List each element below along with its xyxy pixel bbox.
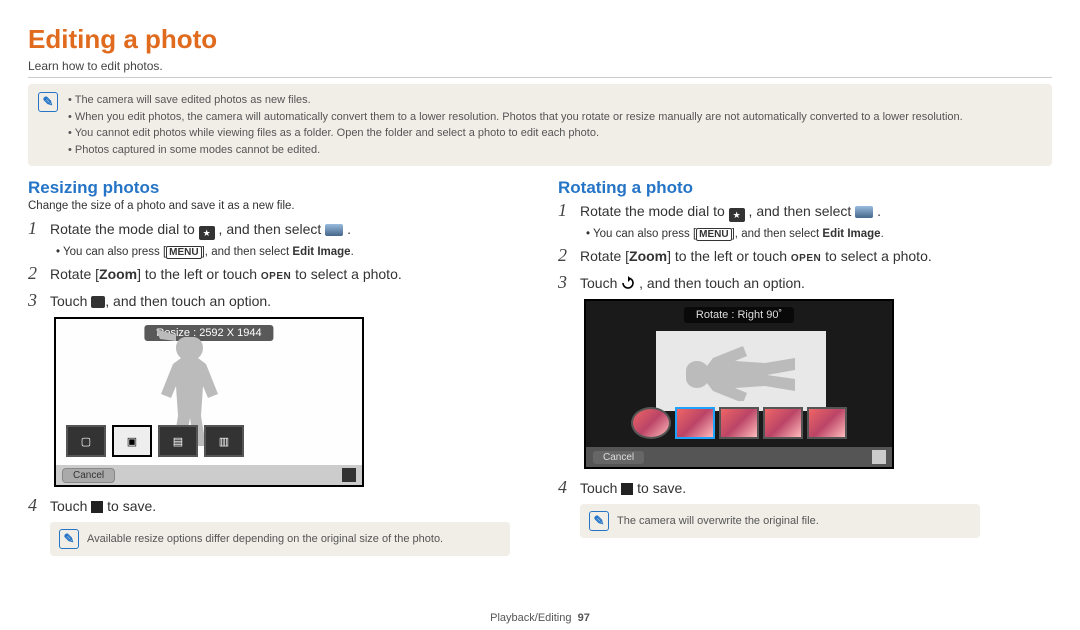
section-desc: Change the size of a photo and save it a… <box>28 200 522 212</box>
step-number: 1 <box>28 218 42 239</box>
step-text: Rotate the mode dial to <box>50 221 199 237</box>
info-item: The camera will save edited photos as ne… <box>68 92 963 109</box>
note-icon: ✎ <box>38 92 58 112</box>
step-number: 3 <box>28 290 42 311</box>
step-4: 4 Touch to save. <box>558 477 1052 498</box>
resize-thumb-selected[interactable]: ▣ <box>112 425 152 457</box>
note-icon: ✎ <box>589 511 609 531</box>
resizing-section: Resizing photos Change the size of a pho… <box>28 178 522 556</box>
mode-dial-icon: ★ <box>729 208 745 222</box>
step-2: 2 Rotate [Zoom] to the left or touch OPE… <box>28 263 522 284</box>
rotate-thumb[interactable] <box>807 407 847 439</box>
section-heading: Resizing photos <box>28 178 522 198</box>
save-icon[interactable] <box>342 468 356 482</box>
page-subtitle: Learn how to edit photos. <box>28 59 1052 78</box>
rotate-thumb-selected[interactable] <box>675 407 715 439</box>
resize-note: ✎ Available resize options differ depend… <box>50 522 510 556</box>
info-item: You cannot edit photos while viewing fil… <box>68 125 963 142</box>
preview-footer: Cancel <box>586 447 892 467</box>
gallery-icon <box>855 206 873 218</box>
step-text: . <box>347 221 351 237</box>
step-text: , and then select <box>219 221 326 237</box>
step-1: 1 Rotate the mode dial to ★ , and then s… <box>558 200 1052 222</box>
resize-thumb[interactable]: ▢ <box>66 425 106 457</box>
step-3: 3 Touch , and then touch an option. <box>28 290 522 311</box>
step-number: 4 <box>558 477 572 498</box>
resize-thumb[interactable]: ▥ <box>204 425 244 457</box>
page-title: Editing a photo <box>28 24 1052 55</box>
menu-icon: MENU <box>696 228 731 241</box>
step-number: 3 <box>558 272 572 293</box>
info-item: Photos captured in some modes cannot be … <box>68 142 963 159</box>
menu-icon: MENU <box>166 246 201 259</box>
step-number: 2 <box>28 263 42 284</box>
page-footer: Playback/Editing 97 <box>0 612 1080 624</box>
step-number: 4 <box>28 495 42 516</box>
sub-note: You can also press [MENU], and then sele… <box>56 246 522 259</box>
rotating-section: Rotating a photo 1 Rotate the mode dial … <box>558 178 1052 556</box>
step-3: 3 Touch , and then touch an option. <box>558 272 1052 293</box>
preview-footer: Cancel <box>56 465 362 485</box>
memory-card-icon <box>91 501 103 513</box>
step-1: 1 Rotate the mode dial to ★ , and then s… <box>28 218 522 240</box>
rotate-thumb[interactable] <box>631 407 671 439</box>
resize-options: ▢ ▣ ▤ ▥ <box>66 425 244 457</box>
section-heading: Rotating a photo <box>558 178 1052 198</box>
rotate-preview: Rotate : Right 90˚ Cancel <box>584 299 894 469</box>
resize-preview: Resize : 2592 X 1944 ▢ ▣ ▤ ▥ Cancel <box>54 317 364 487</box>
sub-note: You can also press [MENU], and then sele… <box>586 228 1052 241</box>
cancel-button[interactable]: Cancel <box>62 468 115 483</box>
info-box: ✎ The camera will save edited photos as … <box>28 84 1052 166</box>
note-icon: ✎ <box>59 529 79 549</box>
step-number: 1 <box>558 200 572 221</box>
resize-thumb[interactable]: ▤ <box>158 425 198 457</box>
resize-icon <box>91 296 105 308</box>
rotate-thumbs <box>631 407 847 439</box>
rotate-thumb[interactable] <box>763 407 803 439</box>
gallery-icon <box>325 224 343 236</box>
step-4: 4 Touch to save. <box>28 495 522 516</box>
info-item: When you edit photos, the camera will au… <box>68 109 963 126</box>
step-number: 2 <box>558 245 572 266</box>
info-list: The camera will save edited photos as ne… <box>68 92 963 158</box>
cancel-button[interactable]: Cancel <box>592 450 645 465</box>
memory-card-icon <box>621 483 633 495</box>
rotate-note: ✎ The camera will overwrite the original… <box>580 504 980 538</box>
rotated-figure <box>656 331 826 411</box>
save-icon[interactable] <box>872 450 886 464</box>
step-2: 2 Rotate [Zoom] to the left or touch OPE… <box>558 245 1052 266</box>
rotate-thumb[interactable] <box>719 407 759 439</box>
rotate-icon <box>621 276 635 293</box>
preview-label: Rotate : Right 90˚ <box>684 307 794 323</box>
mode-dial-icon: ★ <box>199 226 215 240</box>
